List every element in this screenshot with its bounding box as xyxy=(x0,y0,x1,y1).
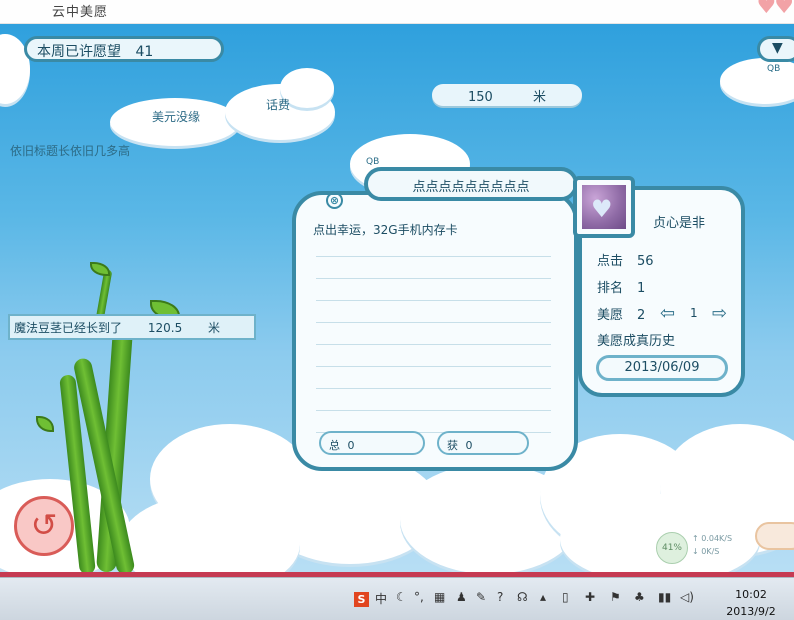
show-hidden-icons[interactable]: ▴ xyxy=(540,590,546,604)
wish-card-title: 点点点点点点点点点 xyxy=(364,167,578,201)
beanstalk-leaf xyxy=(36,416,54,432)
avatar[interactable]: ♥ xyxy=(573,176,635,238)
page-number: 1 xyxy=(690,306,698,320)
rank-value: 1 xyxy=(637,281,646,296)
download-rate: ↓ 0K/S xyxy=(692,547,720,556)
beanstalk-leaf xyxy=(90,262,110,276)
scrolling-marquee-text: 依旧标题长依旧几多高 xyxy=(10,144,131,158)
ruled-lines xyxy=(316,235,551,435)
heart-icon: ♥ xyxy=(591,195,613,223)
back-arrow-icon[interactable]: ↺ xyxy=(14,496,74,556)
taskbar-clock[interactable]: 10:02 2013/9/2 xyxy=(712,586,790,620)
heart-icon[interactable]: ♥♥ xyxy=(757,0,794,19)
cloud-decoration xyxy=(720,58,794,104)
rank-stat: 排名 1 xyxy=(597,277,645,296)
total-label: 总 xyxy=(329,439,340,452)
distance-value: 150 xyxy=(468,90,493,105)
side-tab-button[interactable] xyxy=(755,522,794,550)
profile-date: 2013/06/09 xyxy=(596,355,728,381)
distance-unit: 米 xyxy=(532,90,546,105)
total-value: 0 xyxy=(347,439,355,452)
window-title: 云中美愿 xyxy=(52,5,109,20)
beanstalk-height-unit: 米 xyxy=(208,321,221,335)
prev-arrow-icon[interactable]: ⇦ xyxy=(660,303,675,324)
keyboard-icon[interactable]: ▦ xyxy=(434,590,445,604)
qb-label-top: QB xyxy=(767,64,781,74)
beanstalk-height-label: 魔法豆茎已经长到了 xyxy=(14,321,123,335)
taskbar: S 中 ☾ °, ▦ ♟ ✎ ? ☊ ▴ ▯ ✚ ⚑ ♣ ▮▮ ◁) 10:02… xyxy=(0,577,794,620)
rank-label: 排名 xyxy=(597,281,624,296)
menu-dropdown-button[interactable]: ▼ xyxy=(757,36,794,62)
moon-icon[interactable]: ☾ xyxy=(396,590,407,604)
network-rates: ↑ 0.04K/S ↓ 0K/S xyxy=(692,532,732,558)
wish-label: 美愿 xyxy=(597,308,624,323)
total-counter: 总 0 xyxy=(319,431,425,455)
network-meter-icon[interactable]: 41% xyxy=(656,532,688,564)
weekly-wish-label: 本周已许愿望 xyxy=(37,44,121,60)
user-icon[interactable]: ♟ xyxy=(456,590,467,604)
qb-label-mid: QB xyxy=(366,157,380,167)
chevron-down-icon: ▼ xyxy=(772,40,783,56)
cloud-label-phone-credit[interactable]: 话费 xyxy=(266,96,290,113)
help-icon[interactable]: ? xyxy=(497,590,503,604)
won-counter: 获 0 xyxy=(437,431,529,455)
game-stage: 本周已许愿望 41 ▼ QB 150 米 美元没缘 话费 依旧标题长依旧几多高 … xyxy=(0,24,794,572)
beanstalk-height-value: 120.5 xyxy=(147,321,183,335)
user-name: 贞心是非 xyxy=(653,216,706,231)
punctuation-icon[interactable]: °, xyxy=(414,590,424,604)
distance-display: 150 米 xyxy=(432,84,582,106)
network-icon[interactable]: ▮▮ xyxy=(658,590,671,604)
sogou-ime-icon[interactable]: S xyxy=(354,592,369,607)
window-titlebar: 云中美愿 ♥♥ xyxy=(0,0,794,24)
wish-stat: 美愿 2 xyxy=(597,304,645,323)
volume-icon[interactable]: ◁) xyxy=(680,590,694,604)
wish-history-link[interactable]: 美愿成真历史 xyxy=(597,330,675,349)
security-plus-icon[interactable]: ✚ xyxy=(585,590,595,604)
phone-icon[interactable]: ☊ xyxy=(517,590,528,604)
next-arrow-icon[interactable]: ⇨ xyxy=(712,303,727,324)
upload-rate: ↑ 0.04K/S xyxy=(692,534,733,543)
cloud-label-prize[interactable]: 美元没缘 xyxy=(152,108,200,125)
clock-date: 2013/9/2 xyxy=(726,605,776,618)
clicks-stat: 点击 56 xyxy=(597,250,654,269)
won-label: 获 xyxy=(447,439,458,452)
weekly-wish-count: 本周已许愿望 41 xyxy=(24,36,224,62)
avatar-image: ♥ xyxy=(582,185,626,229)
clicks-value: 56 xyxy=(637,254,654,269)
clock-time: 10:02 xyxy=(735,588,767,601)
chinese-mode-icon[interactable]: 中 xyxy=(375,590,387,607)
qq-penguin-icon[interactable]: ♣ xyxy=(634,590,645,604)
wish-value: 2 xyxy=(637,308,646,323)
clicks-label: 点击 xyxy=(597,254,624,269)
weekly-wish-value: 41 xyxy=(135,44,154,60)
won-value: 0 xyxy=(465,439,473,452)
close-icon[interactable]: ⊗ xyxy=(326,192,343,209)
flag-icon[interactable]: ⚑ xyxy=(610,590,621,604)
wrench-icon[interactable]: ✎ xyxy=(476,590,486,604)
beanstalk-height-display: 魔法豆茎已经长到了 120.5 米 xyxy=(8,314,256,340)
clipboard-icon[interactable]: ▯ xyxy=(562,590,569,604)
